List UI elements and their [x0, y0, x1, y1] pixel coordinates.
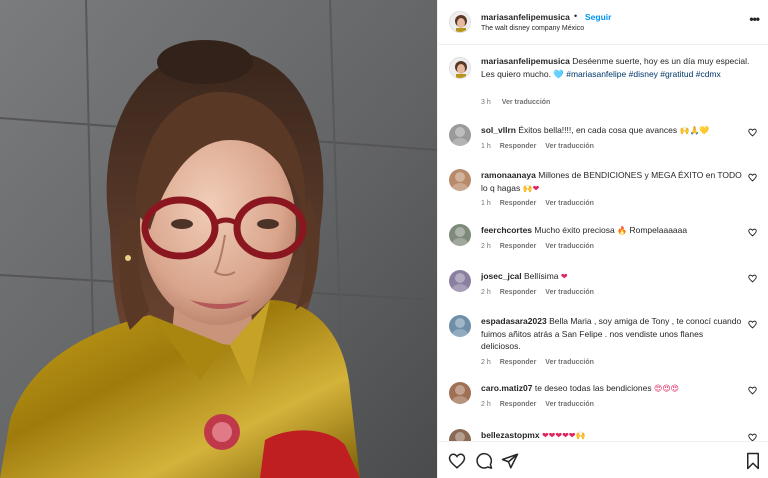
post-header: mariasanfelipemusica • Seguir The walt d…	[438, 0, 768, 45]
commenter-avatar[interactable]	[449, 382, 471, 404]
selfie-photo	[0, 0, 437, 478]
comment-text: josec_jcal Bellísima ❤	[481, 270, 743, 284]
comment-text: caro.matiz07 te deseo todas las bendicio…	[481, 382, 743, 396]
comment-text: ramonaanaya Millones de BENDICIONES y ME…	[481, 169, 743, 195]
comment-time: 1 h	[481, 142, 491, 150]
reply-link[interactable]: Responder	[500, 359, 537, 366]
post-side-panel: mariasanfelipemusica • Seguir The walt d…	[437, 0, 768, 478]
reply-link[interactable]: Responder	[500, 289, 537, 296]
heart-icon[interactable]	[448, 452, 466, 470]
translate-link[interactable]: Ver traducción	[545, 143, 594, 150]
comment-time: 2 h	[481, 242, 491, 250]
commenter-avatar[interactable]	[449, 124, 471, 146]
commenter-username[interactable]: bellezastopmx	[481, 430, 540, 440]
commenter-avatar[interactable]	[449, 270, 471, 292]
comment-body: Éxitos bella!!!!, en cada cosa que avanc…	[518, 125, 678, 135]
comment-like-heart-icon[interactable]	[748, 128, 757, 137]
comment-like-heart-icon[interactable]	[748, 228, 757, 237]
reply-link[interactable]: Responder	[500, 401, 537, 408]
translate-link[interactable]: Ver traducción	[545, 401, 594, 408]
post-actions-bar	[438, 441, 768, 478]
translate-link[interactable]: Ver traducción	[545, 243, 594, 250]
translate-link[interactable]: Ver traducción	[545, 200, 594, 207]
commenter-avatar[interactable]	[449, 315, 471, 337]
comment-time: 2 h	[481, 288, 491, 296]
comment-like-heart-icon[interactable]	[748, 173, 757, 182]
caption-meta: 3 h Ver traducción	[481, 99, 559, 106]
reply-link[interactable]: Responder	[500, 243, 537, 250]
bookmark-icon[interactable]	[744, 452, 762, 470]
comment-meta: 1 h Responder Ver traducción	[481, 143, 603, 150]
comment-text: sol_vllrn Éxitos bella!!!!, en cada cosa…	[481, 124, 743, 138]
comment-icon[interactable]	[475, 452, 493, 470]
caption-text: mariasanfelipemusica Deséenme suerte, ho…	[481, 55, 757, 80]
share-icon[interactable]	[501, 452, 519, 470]
comment-time: 2 h	[481, 358, 491, 366]
caption-hashtags[interactable]: #mariasanfelipe #disney #gratitud #cdmx	[566, 69, 721, 79]
post-location[interactable]: The walt disney company México	[481, 25, 584, 32]
comment-like-heart-icon[interactable]	[748, 433, 757, 441]
comment-time: 1 h	[481, 200, 491, 207]
comment-meta: 2 h Responder Ver traducción	[481, 289, 603, 296]
translate-link[interactable]: Ver traducción	[545, 359, 594, 366]
comment-body: Bellísima	[524, 271, 559, 281]
reply-link[interactable]: Responder	[500, 143, 537, 150]
commenter-username[interactable]: sol_vllrn	[481, 125, 516, 135]
follow-button[interactable]: Seguir	[585, 12, 611, 22]
comment-time: 2 h	[481, 400, 491, 408]
caption-translate-link[interactable]: Ver traducción	[502, 99, 551, 106]
caption-avatar[interactable]	[449, 57, 471, 79]
commenter-username[interactable]: feerchcortes	[481, 225, 532, 235]
commenter-avatar[interactable]	[449, 169, 471, 191]
translate-link[interactable]: Ver traducción	[545, 289, 594, 296]
commenter-username[interactable]: caro.matiz07	[481, 383, 533, 393]
comment-meta: 2 h Responder Ver traducción	[481, 243, 603, 250]
comment-meta: 2 h Responder Ver traducción	[481, 401, 603, 408]
comment-emoji: ❤❤❤❤❤🙌	[541, 431, 586, 440]
comment-meta: 1 h Responder Ver traducción	[481, 200, 603, 207]
separator-dot: •	[574, 11, 578, 21]
commenter-avatar[interactable]	[449, 429, 471, 441]
post-image[interactable]	[0, 0, 437, 478]
more-horizontal-icon[interactable]: •••	[749, 12, 760, 26]
caption-username[interactable]: mariasanfelipemusica	[481, 56, 570, 66]
comment-emoji: 😍😍😍	[653, 384, 680, 393]
comment-emoji: ❤	[560, 272, 568, 281]
commenter-username[interactable]: espadasara2023	[481, 316, 547, 326]
comment-body-continued: Rompelaaaaaa	[629, 225, 688, 235]
comment-meta: 2 h Responder Ver traducción	[481, 359, 603, 366]
commenter-username[interactable]: josec_jcal	[481, 271, 522, 281]
author-username[interactable]: mariasanfelipemusica	[481, 12, 570, 22]
comment-text: feerchcortes Mucho éxito preciosa 🔥 Romp…	[481, 224, 743, 238]
author-avatar[interactable]	[449, 11, 471, 33]
comment-like-heart-icon[interactable]	[748, 320, 757, 329]
post-viewer: mariasanfelipemusica • Seguir The walt d…	[0, 0, 768, 478]
comment-emoji: 🙌🙏💛	[679, 126, 710, 135]
comment-body: te deseo todas las bendiciones	[534, 383, 652, 393]
comment-like-heart-icon[interactable]	[748, 274, 757, 283]
caption-time: 3 h	[481, 99, 491, 106]
comment-text: espadasara2023 Bella Maria , soy amiga d…	[481, 315, 743, 353]
commenter-avatar[interactable]	[449, 224, 471, 246]
comment-like-heart-icon[interactable]	[748, 386, 757, 395]
commenter-username[interactable]: ramonaanaya	[481, 170, 536, 180]
comments-list[interactable]: mariasanfelipemusica Deséenme suerte, ho…	[438, 45, 768, 441]
comment-emoji: 🔥	[617, 226, 628, 235]
comment-text: bellezastopmx ❤❤❤❤❤🙌	[481, 429, 743, 441]
comment-body: Mucho éxito preciosa	[534, 225, 615, 235]
comment-emoji: 🙌❤	[522, 183, 540, 193]
reply-link[interactable]: Responder	[500, 200, 537, 207]
